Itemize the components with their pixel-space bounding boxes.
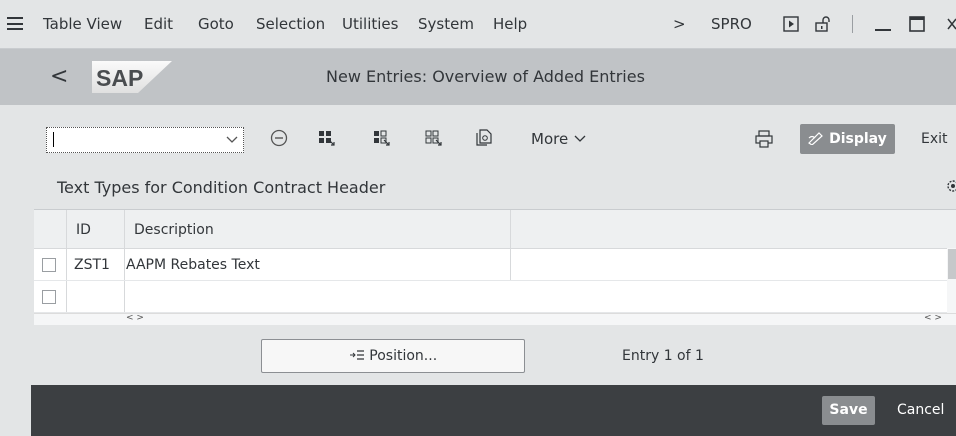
vertical-scrollbar[interactable] xyxy=(947,248,956,313)
hscroll-arrows-left[interactable]: < > xyxy=(126,313,144,323)
menu-utilities[interactable]: Utilities xyxy=(342,0,398,48)
menu-selection[interactable]: Selection xyxy=(256,0,325,48)
menu-edit[interactable]: Edit xyxy=(144,0,173,48)
glasses-pencil-icon xyxy=(808,132,824,146)
text-cursor xyxy=(53,132,54,147)
exit-button[interactable]: Exit xyxy=(921,124,948,154)
row-selector-checkbox[interactable] xyxy=(42,258,56,272)
select-block-icon[interactable] xyxy=(373,129,391,147)
table-row[interactable] xyxy=(34,281,956,313)
hscroll-arrows-right[interactable]: < > xyxy=(924,313,942,323)
remove-circle-icon[interactable] xyxy=(270,129,288,147)
scroll-thumb[interactable] xyxy=(948,249,956,279)
footer-bar: Save Cancel xyxy=(31,385,956,436)
page-title: New Entries: Overview of Added Entries xyxy=(326,67,645,86)
entry-status: Entry 1 of 1 xyxy=(622,348,704,364)
chevron-down-icon[interactable] xyxy=(225,132,239,146)
hamburger-menu-icon[interactable] xyxy=(7,17,23,30)
unlock-icon[interactable] xyxy=(815,16,833,32)
menubar-divider xyxy=(852,15,853,33)
play-icon[interactable] xyxy=(783,16,799,32)
more-menu[interactable]: More xyxy=(531,123,587,155)
section-title: Text Types for Condition Contract Header xyxy=(57,178,386,197)
print-icon[interactable] xyxy=(755,130,773,148)
maximize-icon[interactable] xyxy=(909,16,925,32)
display-button[interactable]: Display xyxy=(800,124,895,154)
deselect-all-icon[interactable] xyxy=(425,129,443,147)
column-header-id[interactable]: ID xyxy=(76,210,91,248)
select-all-icon[interactable] xyxy=(318,129,336,147)
position-button[interactable]: Position... xyxy=(261,339,525,373)
menu-table-view[interactable]: Table View xyxy=(43,0,122,48)
display-label: Display xyxy=(829,131,887,147)
menu-help[interactable]: Help xyxy=(493,0,527,48)
chevron-down-icon xyxy=(574,135,586,142)
sap-logo: SAP xyxy=(92,61,172,93)
cell-description[interactable]: AAPM Rebates Text xyxy=(126,249,260,280)
more-label: More xyxy=(531,130,569,148)
menu-bar: Table View Edit Goto Selection Utilities… xyxy=(0,0,956,49)
horizontal-scrollbar[interactable]: < > < > xyxy=(34,313,956,325)
back-button[interactable]: < xyxy=(50,63,68,91)
cancel-button[interactable]: Cancel xyxy=(897,396,944,425)
command-field[interactable] xyxy=(46,127,244,153)
column-header-description[interactable]: Description xyxy=(134,210,214,248)
cell-id[interactable]: ZST1 xyxy=(74,249,110,280)
row-selector-checkbox[interactable] xyxy=(42,290,56,304)
sap-logo-text: SAP xyxy=(96,65,143,91)
menu-overflow-icon[interactable]: > xyxy=(673,0,686,48)
menu-goto[interactable]: Goto xyxy=(198,0,234,48)
tcode-label: SPRO xyxy=(711,15,752,33)
table-header: ID Description xyxy=(34,210,956,249)
save-button[interactable]: Save xyxy=(822,396,875,425)
title-bar: < SAP New Entries: Overview of Added Ent… xyxy=(0,49,956,105)
menu-system[interactable]: System xyxy=(418,0,474,48)
table-settings-icon[interactable] xyxy=(946,179,956,193)
application-toolbar: More Display Exit xyxy=(0,105,956,169)
position-label: Position... xyxy=(369,348,438,364)
minimize-icon[interactable] xyxy=(874,16,892,32)
table-row[interactable]: ZST1 AAPM Rebates Text xyxy=(34,249,956,281)
close-icon[interactable] xyxy=(946,16,956,32)
copy-document-icon[interactable] xyxy=(475,129,493,147)
position-icon xyxy=(349,350,364,360)
entries-table: ID Description ZST1 AAPM Rebates Text < … xyxy=(34,209,956,325)
